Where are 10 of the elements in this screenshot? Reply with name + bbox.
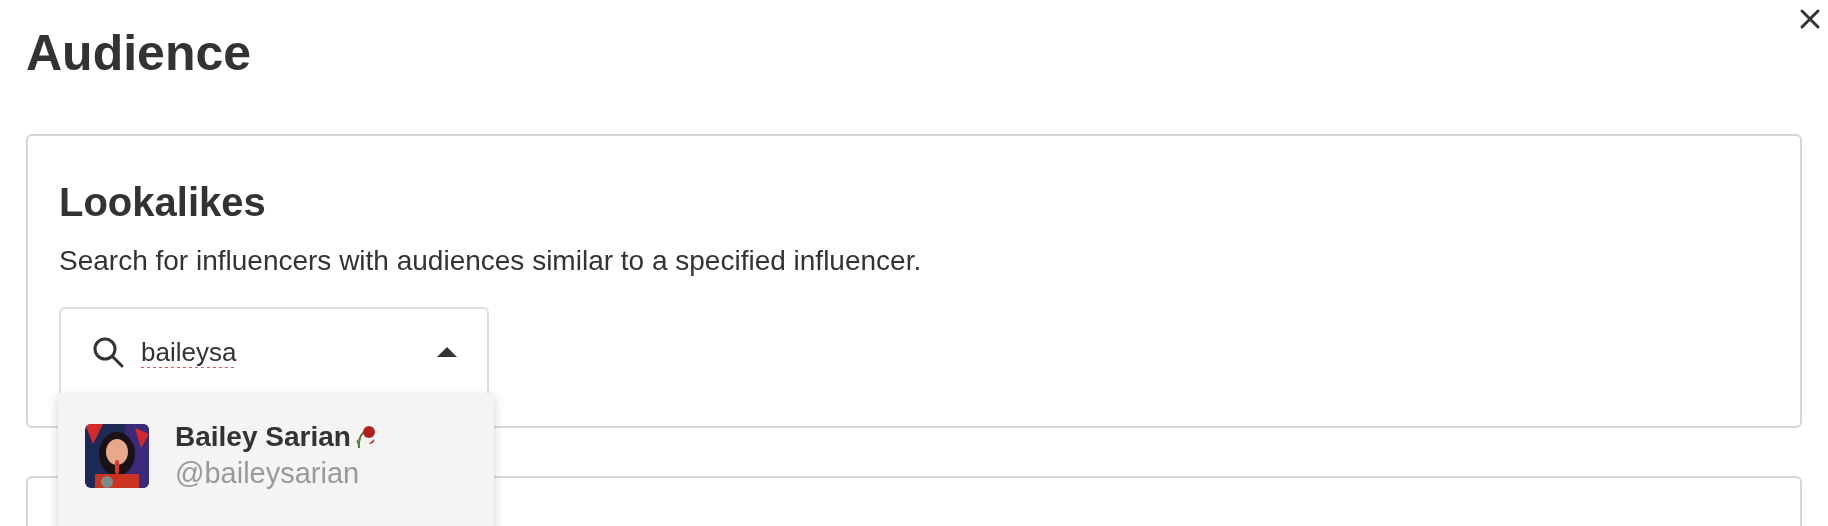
caret-icon [437,346,457,358]
search-field[interactable]: baileysa [139,335,437,369]
influencer-handle: @baileysarian [175,457,361,490]
wilted-rose-icon [354,424,377,450]
influencer-name: Bailey Sarian [175,421,351,453]
section-title: Lookalikes [59,180,267,225]
search-icon [91,335,125,369]
result-item[interactable]: Bailey Sarian @baileysarian [58,393,494,518]
dialog-title: Audience [26,24,252,82]
section-description: Search for influencers with audiences similar to a specified influencer. [59,245,923,277]
